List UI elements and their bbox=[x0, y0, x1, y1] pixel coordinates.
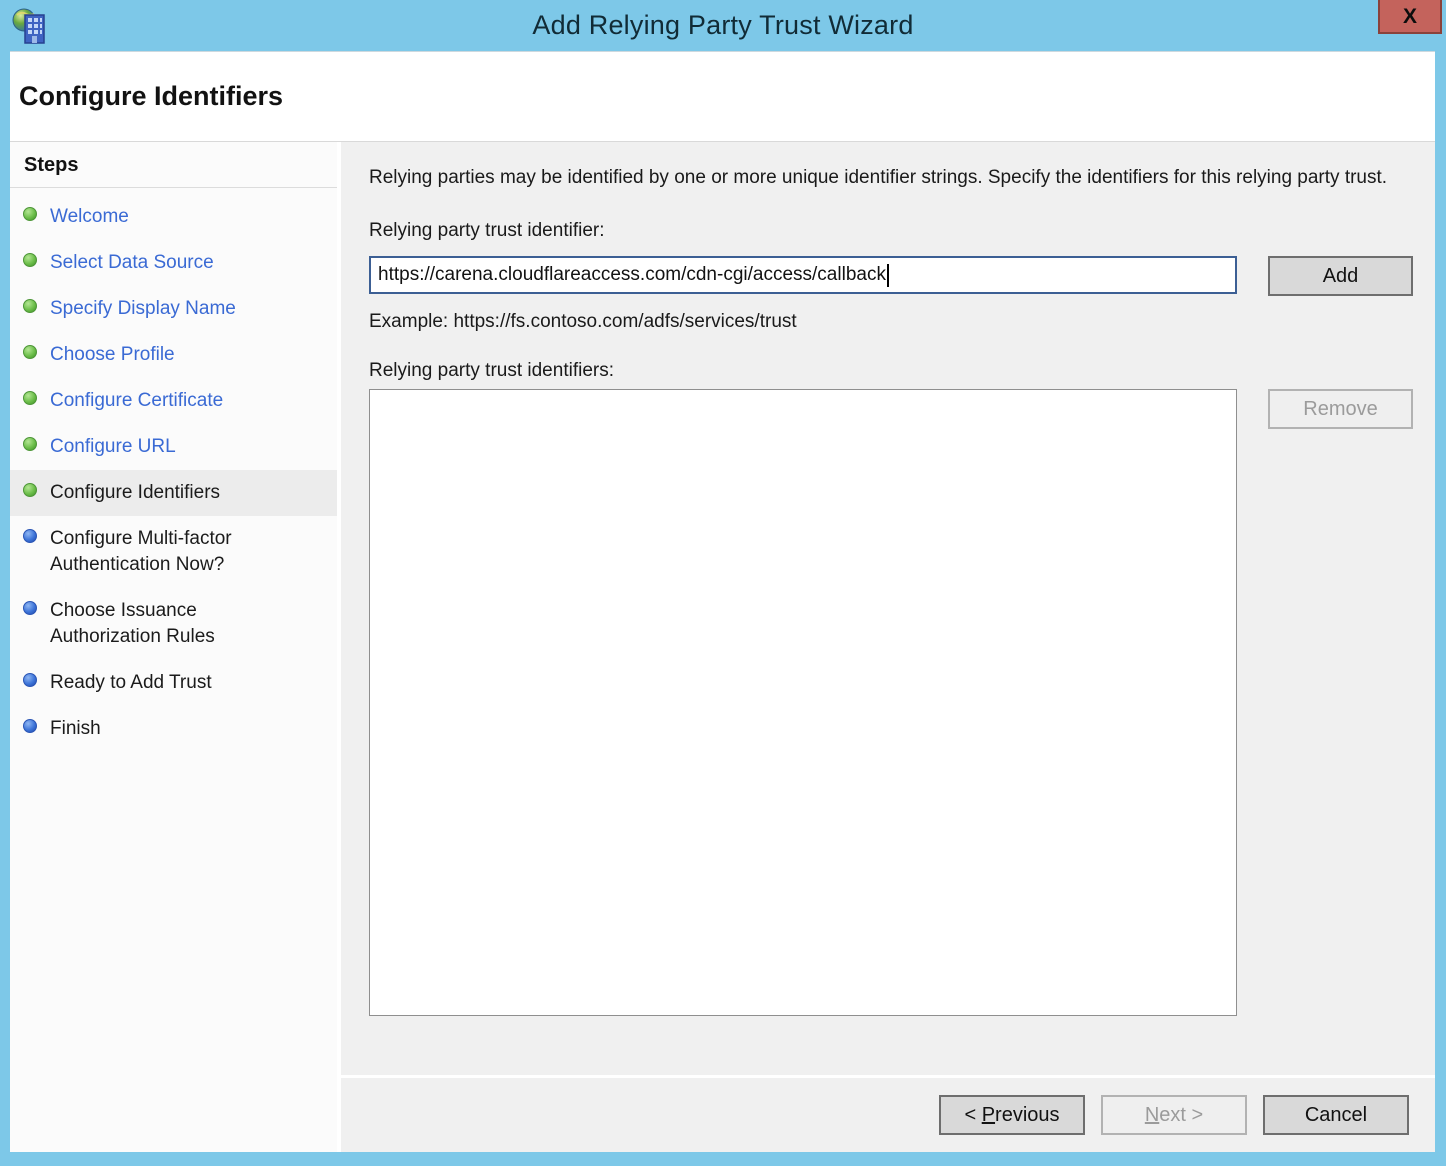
page-title: Configure Identifiers bbox=[19, 81, 283, 112]
step-bullet-icon bbox=[23, 391, 37, 405]
steps-list: Welcome Select Data Source Specify Displ… bbox=[10, 194, 337, 752]
intro-text: Relying parties may be identified by one… bbox=[369, 164, 1391, 192]
step-bullet-icon bbox=[23, 601, 37, 615]
header-band: Configure Identifiers bbox=[10, 52, 1435, 142]
example-text: Example: https://fs.contoso.com/adfs/ser… bbox=[369, 311, 1413, 333]
step-bullet-icon bbox=[23, 345, 37, 359]
window-title: Add Relying Party Trust Wizard bbox=[0, 0, 1446, 51]
step-bullet-icon bbox=[23, 253, 37, 267]
identifiers-list-label: Relying party trust identifiers: bbox=[369, 360, 1413, 382]
titlebar: Add Relying Party Trust Wizard X bbox=[0, 0, 1446, 51]
step-choose-issuance-authorization-rules[interactable]: Choose Issuance Authorization Rules bbox=[10, 588, 337, 660]
client-area: Configure Identifiers Steps Welcome Sele… bbox=[10, 51, 1435, 1152]
content-pane: Relying parties may be identified by one… bbox=[341, 142, 1435, 1152]
step-ready-to-add-trust[interactable]: Ready to Add Trust bbox=[10, 660, 337, 706]
wizard-window: Add Relying Party Trust Wizard X Configu… bbox=[0, 0, 1446, 1166]
text-caret bbox=[887, 264, 889, 287]
step-finish[interactable]: Finish bbox=[10, 706, 337, 752]
step-choose-profile[interactable]: Choose Profile bbox=[10, 332, 337, 378]
step-select-data-source[interactable]: Select Data Source bbox=[10, 240, 337, 286]
identifier-input[interactable]: https://carena.cloudflareaccess.com/cdn-… bbox=[369, 256, 1237, 294]
step-configure-certificate[interactable]: Configure Certificate bbox=[10, 378, 337, 424]
step-bullet-icon bbox=[23, 719, 37, 733]
identifiers-listbox[interactable] bbox=[369, 389, 1237, 1016]
step-bullet-icon bbox=[23, 437, 37, 451]
remove-button[interactable]: Remove bbox=[1268, 389, 1413, 429]
step-bullet-icon bbox=[23, 673, 37, 687]
identifier-input-value: https://carena.cloudflareaccess.com/cdn-… bbox=[378, 264, 886, 286]
step-bullet-icon bbox=[23, 483, 37, 497]
previous-button[interactable]: < Previous bbox=[939, 1095, 1085, 1135]
steps-sidebar: Steps Welcome Select Data Source Specify… bbox=[10, 142, 341, 1152]
step-bullet-icon bbox=[23, 299, 37, 313]
steps-heading: Steps bbox=[10, 152, 337, 188]
add-button[interactable]: Add bbox=[1268, 256, 1413, 296]
step-specify-display-name[interactable]: Specify Display Name bbox=[10, 286, 337, 332]
step-bullet-icon bbox=[23, 207, 37, 221]
step-configure-identifiers[interactable]: Configure Identifiers bbox=[10, 470, 337, 516]
cancel-button[interactable]: Cancel bbox=[1263, 1095, 1409, 1135]
close-icon: X bbox=[1403, 6, 1417, 27]
identifier-label: Relying party trust identifier: bbox=[369, 220, 1413, 242]
footer-bar: < Previous Next > Cancel bbox=[341, 1075, 1435, 1152]
close-button[interactable]: X bbox=[1378, 0, 1442, 34]
step-bullet-icon bbox=[23, 529, 37, 543]
step-welcome[interactable]: Welcome bbox=[10, 194, 337, 240]
next-button[interactable]: Next > bbox=[1101, 1095, 1247, 1135]
step-configure-url[interactable]: Configure URL bbox=[10, 424, 337, 470]
step-configure-multi-factor-authentication-now[interactable]: Configure Multi-factor Authentication No… bbox=[10, 516, 337, 588]
